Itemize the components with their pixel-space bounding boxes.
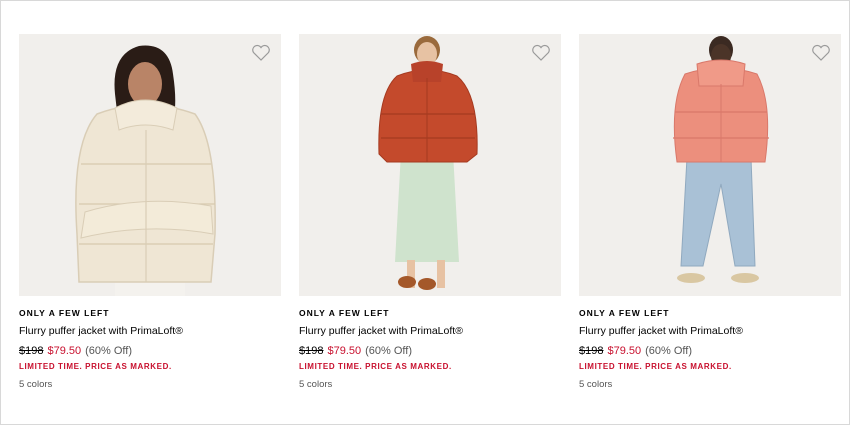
discount-label: (60% Off) <box>85 345 133 357</box>
product-name[interactable]: Flurry puffer jacket with PrimaLoft® <box>299 325 561 338</box>
original-price: $198 <box>299 345 324 357</box>
product-card[interactable]: ONLY A FEW LEFT Flurry puffer jacket wit… <box>299 34 561 391</box>
product-card[interactable]: ONLY A FEW LEFT Flurry puffer jacket wit… <box>19 34 281 391</box>
price-row: $198 $79.50 (60% Off) <box>579 345 841 359</box>
discount-label: (60% Off) <box>645 345 693 357</box>
original-price: $198 <box>579 345 604 357</box>
sale-price: $79.50 <box>47 345 82 357</box>
heart-icon[interactable] <box>811 44 831 62</box>
promo-text: LIMITED TIME. PRICE AS MARKED. <box>579 362 732 371</box>
original-price: $198 <box>19 345 44 357</box>
stock-badge: ONLY A FEW LEFT <box>299 308 390 318</box>
sale-price: $79.50 <box>327 345 362 357</box>
colors-count[interactable]: 5 colors <box>299 379 561 391</box>
product-name[interactable]: Flurry puffer jacket with PrimaLoft® <box>579 325 841 338</box>
price-row: $198 $79.50 (60% Off) <box>299 345 561 359</box>
product-image[interactable] <box>299 34 561 296</box>
sale-price: $79.50 <box>607 345 642 357</box>
heart-icon[interactable] <box>251 44 271 62</box>
heart-icon[interactable] <box>531 44 551 62</box>
promo-text: LIMITED TIME. PRICE AS MARKED. <box>299 362 452 371</box>
price-row: $198 $79.50 (60% Off) <box>19 345 281 359</box>
product-image[interactable] <box>579 34 841 296</box>
discount-label: (60% Off) <box>365 345 413 357</box>
colors-count[interactable]: 5 colors <box>579 379 841 391</box>
colors-count[interactable]: 5 colors <box>19 379 281 391</box>
product-name[interactable]: Flurry puffer jacket with PrimaLoft® <box>19 325 281 338</box>
promo-text: LIMITED TIME. PRICE AS MARKED. <box>19 362 172 371</box>
product-card[interactable]: ONLY A FEW LEFT Flurry puffer jacket wit… <box>579 34 841 391</box>
stock-badge: ONLY A FEW LEFT <box>19 308 110 318</box>
product-image[interactable] <box>19 34 281 296</box>
stock-badge: ONLY A FEW LEFT <box>579 308 670 318</box>
